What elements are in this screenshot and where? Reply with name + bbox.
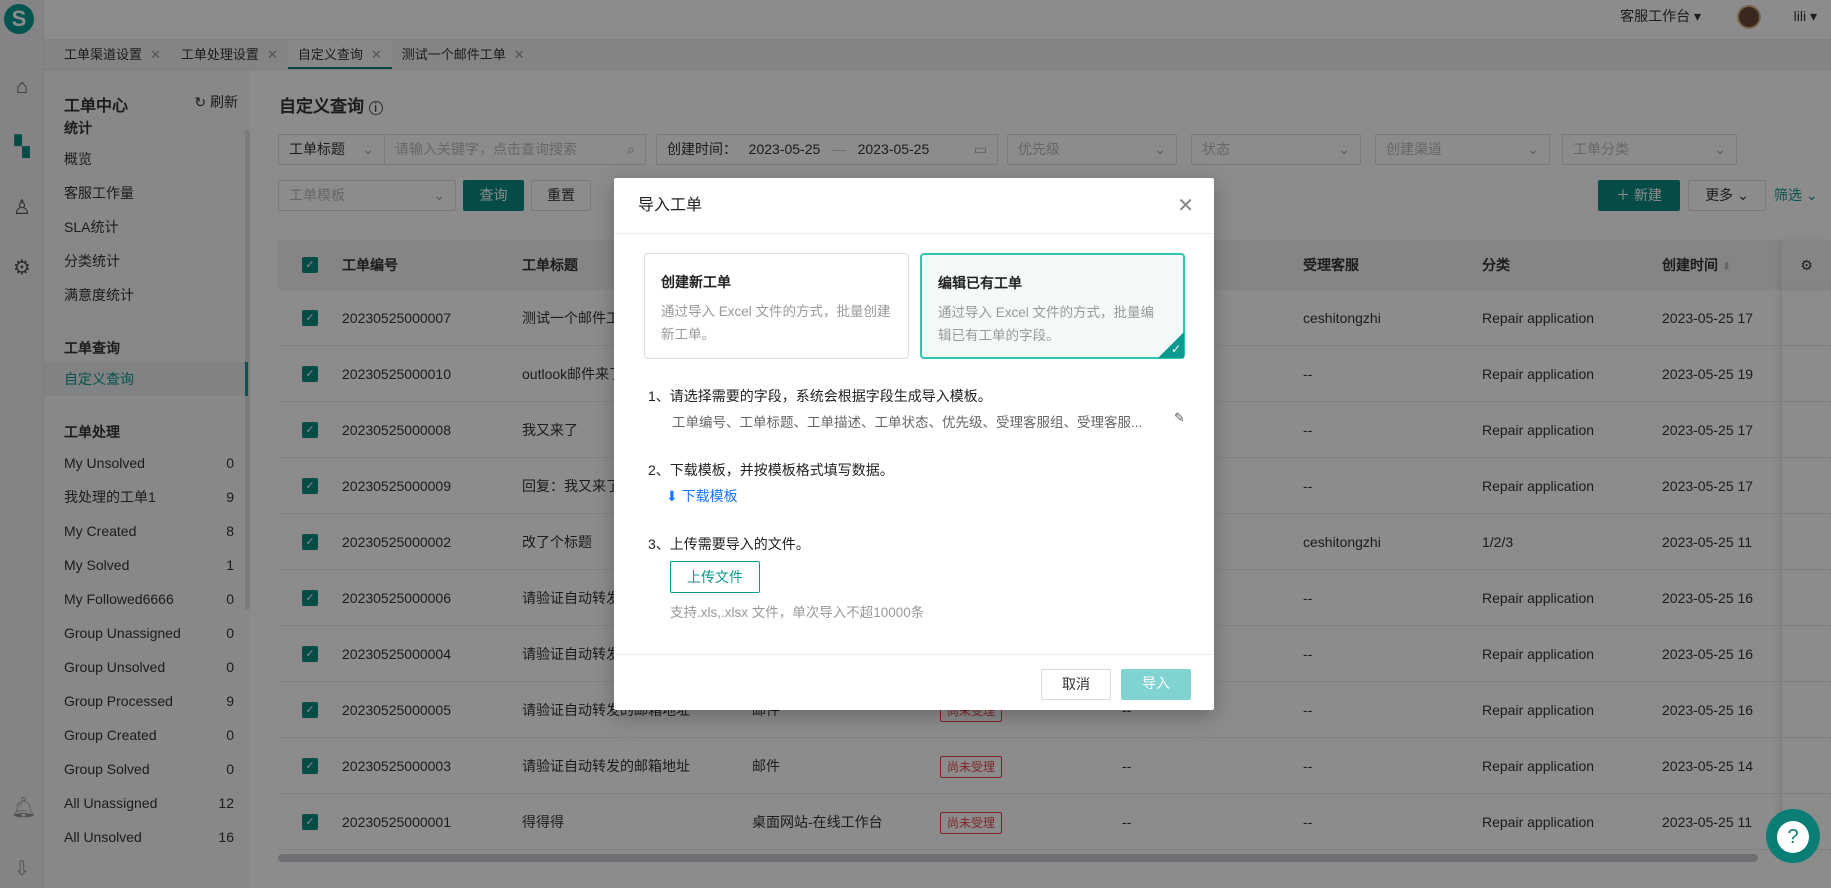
- edit-existing-option[interactable]: 编辑已有工单 通过导入 Excel 文件的方式，批量编辑已有工单的字段。 ✓: [920, 253, 1185, 359]
- selected-fields: 工单编号、工单标题、工单描述、工单状态、优先级、受理客服组、受理客服...: [672, 415, 1143, 430]
- option-description: 通过导入 Excel 文件的方式，批量编辑已有工单的字段。: [938, 305, 1155, 343]
- step-3: 3、上传需要导入的文件。: [648, 536, 810, 552]
- question-icon: ?: [1777, 820, 1809, 853]
- download-icon: ⬇: [666, 488, 678, 504]
- upload-file-button[interactable]: 上传文件: [670, 561, 760, 593]
- create-new-option[interactable]: 创建新工单 通过导入 Excel 文件的方式，批量创建新工单。: [644, 253, 909, 359]
- import-ticket-dialog: 导入工单 ✕ 创建新工单 通过导入 Excel 文件的方式，批量创建新工单。 编…: [614, 178, 1214, 710]
- step-2: 2、下载模板，并按模板格式填写数据。: [648, 462, 894, 478]
- import-button[interactable]: 导入: [1121, 669, 1191, 700]
- cancel-button[interactable]: 取消: [1041, 669, 1111, 700]
- download-template-link[interactable]: ⬇ 下载模板: [666, 486, 738, 506]
- check-icon: ✓: [1170, 342, 1181, 356]
- help-button[interactable]: ?: [1766, 809, 1820, 863]
- download-label: 下载模板: [681, 488, 738, 504]
- close-icon[interactable]: ✕: [1177, 178, 1194, 234]
- option-description: 通过导入 Excel 文件的方式，批量创建新工单。: [661, 304, 891, 342]
- upload-hint: 支持.xls,.xlsx 文件，单次导入不超10000条: [670, 605, 925, 620]
- edit-icon[interactable]: ✎: [1174, 410, 1185, 426]
- option-title: 编辑已有工单: [938, 275, 1022, 291]
- dialog-title: 导入工单: [614, 178, 1214, 234]
- step-1: 1、请选择需要的字段，系统会根据字段生成导入模板。: [648, 388, 992, 404]
- option-title: 创建新工单: [661, 274, 731, 290]
- dialog-footer-divider: [614, 654, 1214, 655]
